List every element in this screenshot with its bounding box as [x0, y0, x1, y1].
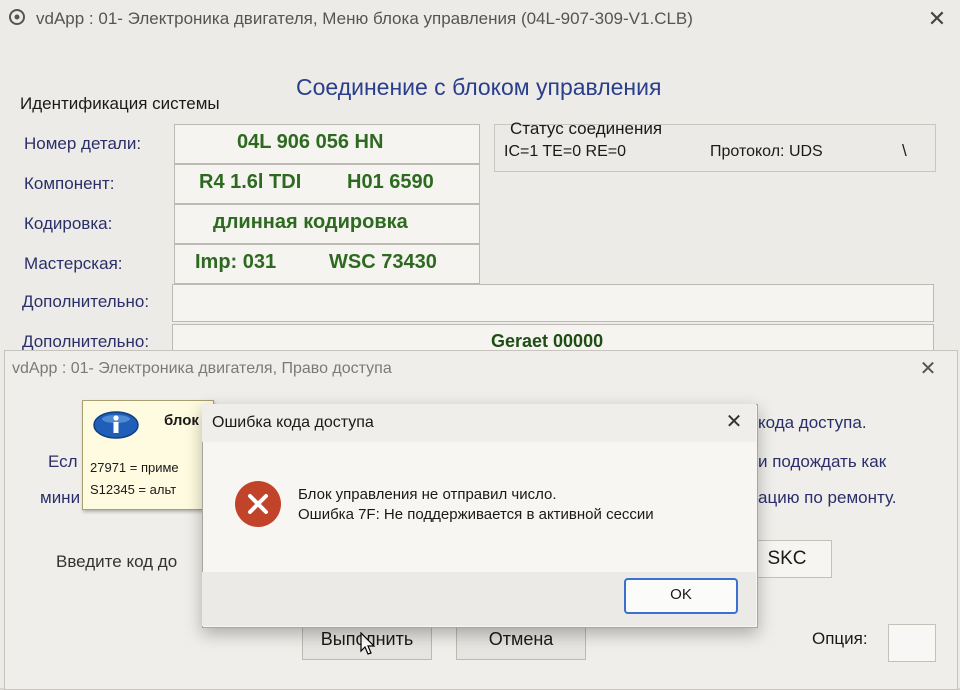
workshop-label: Мастерская:	[24, 254, 123, 273]
part-number-field: 04L 906 056 HN	[174, 124, 480, 164]
connection-header: Соединение с блоком управления	[296, 74, 662, 100]
enter-code-label: Введите код до	[56, 552, 178, 571]
access-text-left3: мини	[40, 488, 81, 507]
protocol-label: Протокол: UDS	[710, 143, 823, 160]
app-logo-icon	[9, 9, 25, 25]
coding-label: Кодировка:	[24, 214, 113, 233]
access-window-title: vdApp : 01- Электроника двигателя, Право…	[12, 360, 392, 377]
extra1-label: Дополнительно:	[22, 292, 150, 311]
component-label: Компонент:	[24, 174, 115, 193]
option-input[interactable]	[888, 624, 936, 662]
main-close-icon[interactable]: ✕	[922, 6, 952, 32]
error-icon	[235, 481, 281, 527]
tooltip-line2: S12345 = альт	[90, 482, 177, 497]
workshop-value-b: WSC 73430	[329, 251, 437, 273]
coding-value: длинная кодировка	[213, 211, 408, 233]
mouse-cursor-icon	[360, 632, 376, 655]
part-number-label: Номер детали:	[24, 134, 142, 153]
main-window-title: vdApp : 01- Электроника двигателя, Меню …	[36, 9, 693, 28]
activity-spinner: \	[902, 141, 907, 160]
option-label: Опция:	[812, 629, 868, 648]
error-dialog-title: Ошибка кода доступа	[212, 414, 374, 431]
workshop-value-a: Imp: 031	[195, 251, 277, 273]
extra1-field	[172, 284, 934, 322]
component-value-b: H01 6590	[347, 171, 434, 193]
component-value-a: R4 1.6l TDI	[199, 171, 302, 193]
connection-status-line: IC=1 TE=0 RE=0	[504, 143, 626, 160]
tooltip-heading: блок	[164, 412, 199, 429]
access-text-right1: кода доступа.	[758, 413, 867, 432]
access-text-right2: и подождать как	[758, 452, 887, 471]
extra2-label: Дополнительно:	[22, 332, 150, 351]
coding-field: длинная кодировка	[174, 204, 480, 244]
ok-button[interactable]: OK	[624, 578, 738, 614]
error-message-line2: Ошибка 7F: Не поддерживается в активной …	[298, 506, 654, 523]
error-close-icon[interactable]: ✕	[720, 408, 748, 436]
component-field: R4 1.6l TDI H01 6590	[174, 164, 480, 204]
workshop-field: Imp: 031 WSC 73430	[174, 244, 480, 284]
access-text-right3: ацию по ремонту.	[758, 488, 897, 507]
system-id-label: Идентификация системы	[20, 94, 220, 113]
connection-status-title: Статус соединения	[510, 119, 663, 138]
part-number-value: 04L 906 056 HN	[237, 131, 384, 153]
access-text-left2: Есл	[48, 452, 78, 471]
extra2-value: Geraet 00000	[491, 331, 604, 351]
tooltip-line1: 27971 = приме	[90, 460, 179, 475]
info-icon	[93, 411, 139, 439]
error-message-line1: Блок управления не отправил число.	[298, 486, 557, 503]
access-close-icon[interactable]: ✕	[914, 356, 942, 382]
